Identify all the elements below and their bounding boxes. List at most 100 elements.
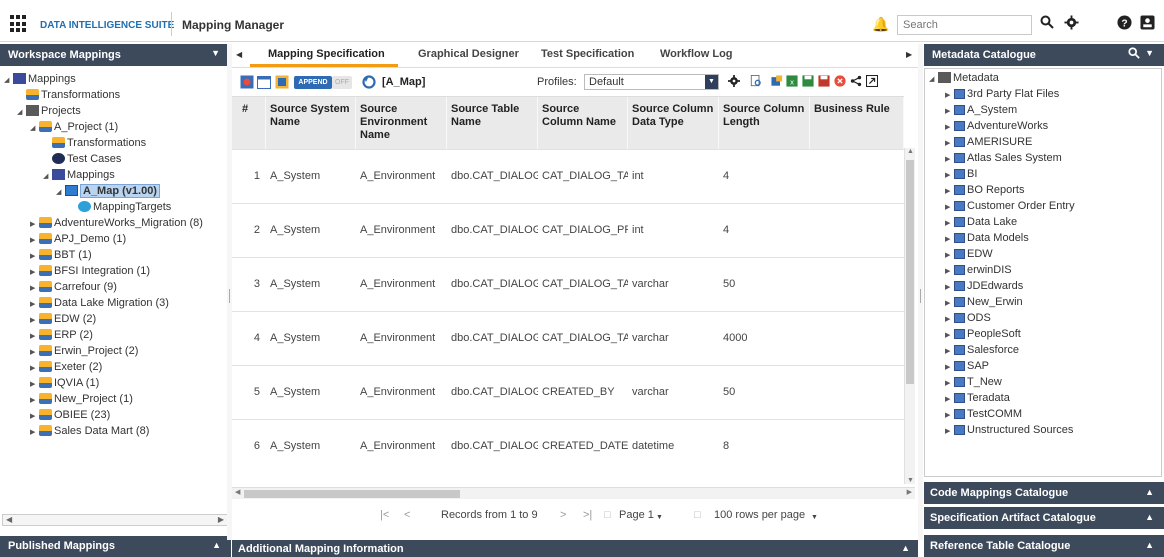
- suite-name[interactable]: DATA INTELLIGENCE SUITE: [40, 20, 174, 31]
- published-mappings-header[interactable]: Published Mappings ▲: [0, 536, 231, 557]
- expand-icon[interactable]: ▶: [30, 217, 39, 232]
- grid-view-icon[interactable]: [275, 75, 289, 89]
- tree-node[interactable]: ◢ Mappings: [4, 72, 76, 87]
- previous-page-button[interactable]: <: [404, 509, 410, 521]
- tree-node[interactable]: ▶ New_Project (1): [30, 392, 133, 407]
- tree-node[interactable]: Test Cases: [43, 152, 121, 167]
- metadata-catalogue-header[interactable]: Metadata Catalogue ▼: [924, 44, 1164, 66]
- expand-icon[interactable]: ▶: [945, 280, 954, 295]
- pop-out-icon[interactable]: [866, 75, 878, 87]
- column-length-cell[interactable]: 50: [719, 366, 810, 418]
- settings-gear-icon[interactable]: [1064, 15, 1079, 34]
- share-icon[interactable]: [850, 75, 862, 87]
- metadata-system-node[interactable]: ▶ SAP: [945, 359, 989, 374]
- data-type-cell[interactable]: varchar: [628, 366, 719, 418]
- source-table-cell[interactable]: dbo.CAT_DIALOG: [447, 420, 538, 472]
- metadata-system-node[interactable]: ▶ Salesforce: [945, 343, 1019, 358]
- data-type-cell[interactable]: varchar: [628, 258, 719, 310]
- metadata-system-node[interactable]: ▶ AdventureWorks: [945, 119, 1048, 134]
- row-number-cell[interactable]: 6: [232, 420, 266, 472]
- metadata-system-node[interactable]: ▶ erwinDIS: [945, 263, 1012, 278]
- column-header-source-column-length[interactable]: Source Column Length: [719, 97, 810, 149]
- expand-icon[interactable]: ▶: [945, 376, 954, 391]
- source-system-cell[interactable]: A_System: [266, 366, 356, 418]
- search-icon[interactable]: [1128, 47, 1140, 62]
- expand-icon[interactable]: ▶: [945, 104, 954, 119]
- source-environment-cell[interactable]: A_Environment: [356, 420, 447, 472]
- search-icon[interactable]: [1040, 15, 1054, 33]
- source-table-cell[interactable]: dbo.CAT_DIALOG: [447, 150, 538, 202]
- user-profile-icon[interactable]: [1140, 15, 1155, 34]
- save-as-icon[interactable]: [818, 75, 830, 87]
- grid-horizontal-scrollbar[interactable]: ◀ ▶: [232, 487, 915, 499]
- source-system-cell[interactable]: A_System: [266, 150, 356, 202]
- metadata-system-node[interactable]: ▶ PeopleSoft: [945, 327, 1021, 342]
- tree-node[interactable]: ◢ Projects: [17, 104, 81, 119]
- tree-node[interactable]: ▶ Sales Data Mart (8): [30, 424, 149, 439]
- source-system-cell[interactable]: A_System: [266, 258, 356, 310]
- tree-node[interactable]: ▶ Exeter (2): [30, 360, 102, 375]
- source-environment-cell[interactable]: A_Environment: [356, 312, 447, 364]
- expand-icon[interactable]: ▶: [30, 329, 39, 344]
- expand-icon[interactable]: ▶: [30, 297, 39, 312]
- expand-icon[interactable]: ▶: [30, 313, 39, 328]
- chevron-down-icon[interactable]: ▼: [1145, 48, 1154, 58]
- expand-icon[interactable]: ▶: [30, 233, 39, 248]
- column-length-cell[interactable]: 8: [719, 420, 810, 472]
- reference-table-catalogue-header[interactable]: Reference Table Catalogue ▲: [924, 535, 1164, 557]
- metadata-system-node[interactable]: ▶ Data Lake: [945, 215, 1017, 230]
- row-number-cell[interactable]: 4: [232, 312, 266, 364]
- expand-icon[interactable]: ▶: [30, 361, 39, 376]
- table-row[interactable]: 6 A_System A_Environment dbo.CAT_DIALOG CREA…: [232, 419, 904, 471]
- expand-icon[interactable]: ▶: [945, 168, 954, 183]
- tree-node[interactable]: ▶ AdventureWorks_Migration (8): [30, 216, 203, 231]
- append-toggle-off[interactable]: OFF: [332, 76, 352, 89]
- source-column-cell[interactable]: CREATED_DATE_TI: [538, 420, 628, 472]
- tabs-scroll-right-icon[interactable]: ▶: [906, 50, 912, 59]
- expand-icon[interactable]: ▶: [945, 184, 954, 199]
- expand-icon[interactable]: ▶: [945, 392, 954, 407]
- help-icon[interactable]: ?: [1117, 15, 1132, 34]
- column-header-row-number[interactable]: #: [232, 97, 266, 149]
- cancel-icon[interactable]: [834, 75, 846, 87]
- expand-icon[interactable]: ▶: [945, 424, 954, 439]
- tree-node[interactable]: ◢ Mappings: [43, 168, 115, 183]
- table-row[interactable]: 5 A_System A_Environment dbo.CAT_DIALOG CREA…: [232, 365, 904, 417]
- excel-export-icon[interactable]: x: [786, 75, 798, 87]
- expand-icon[interactable]: ▶: [945, 88, 954, 103]
- scroll-down-icon[interactable]: ▼: [907, 477, 914, 484]
- source-column-cell[interactable]: CAT_DIALOG_TAB: [538, 150, 628, 202]
- metadata-system-node[interactable]: ▶ BO Reports: [945, 183, 1024, 198]
- source-column-cell[interactable]: CAT_DIALOG_TAB: [538, 258, 628, 310]
- code-mappings-catalogue-header[interactable]: Code Mappings Catalogue ▲: [924, 482, 1164, 504]
- tree-node[interactable]: ▶ Carrefour (9): [30, 280, 117, 295]
- source-system-cell[interactable]: A_System: [266, 204, 356, 256]
- business-rule-cell[interactable]: [810, 258, 904, 310]
- source-table-cell[interactable]: dbo.CAT_DIALOG: [447, 258, 538, 310]
- tree-node[interactable]: ◢ A_Map (v1.00): [56, 184, 160, 199]
- append-toggle-on[interactable]: APPEND: [294, 76, 332, 89]
- metadata-system-node[interactable]: ▶ ODS: [945, 311, 991, 326]
- tree-node[interactable]: ▶ ERP (2): [30, 328, 93, 343]
- tab-test-specification[interactable]: Test Specification: [541, 48, 634, 60]
- row-number-cell[interactable]: 5: [232, 366, 266, 418]
- expand-icon[interactable]: ▶: [945, 136, 954, 151]
- last-page-button[interactable]: >|: [583, 509, 592, 521]
- source-column-cell[interactable]: CREATED_BY: [538, 366, 628, 418]
- column-header-source-column-name[interactable]: Source Column Name: [538, 97, 628, 149]
- chevron-up-icon[interactable]: ▲: [1145, 512, 1154, 522]
- chevron-up-icon[interactable]: ▲: [901, 543, 910, 553]
- metadata-system-node[interactable]: ▶ Unstructured Sources: [945, 423, 1073, 438]
- collapse-icon[interactable]: ◢: [30, 121, 39, 136]
- expand-icon[interactable]: ▶: [945, 328, 954, 343]
- expand-icon[interactable]: ▶: [945, 232, 954, 247]
- expand-icon[interactable]: ▶: [30, 409, 39, 424]
- expand-icon[interactable]: ▶: [945, 264, 954, 279]
- source-system-cell[interactable]: A_System: [266, 420, 356, 472]
- tree-node[interactable]: ▶ BFSI Integration (1): [30, 264, 150, 279]
- search-input[interactable]: [897, 15, 1032, 35]
- collapse-icon[interactable]: ◢: [929, 72, 938, 87]
- chevron-down-icon[interactable]: ▼: [811, 514, 818, 521]
- collapse-icon[interactable]: ◢: [56, 185, 65, 200]
- row-number-cell[interactable]: 2: [232, 204, 266, 256]
